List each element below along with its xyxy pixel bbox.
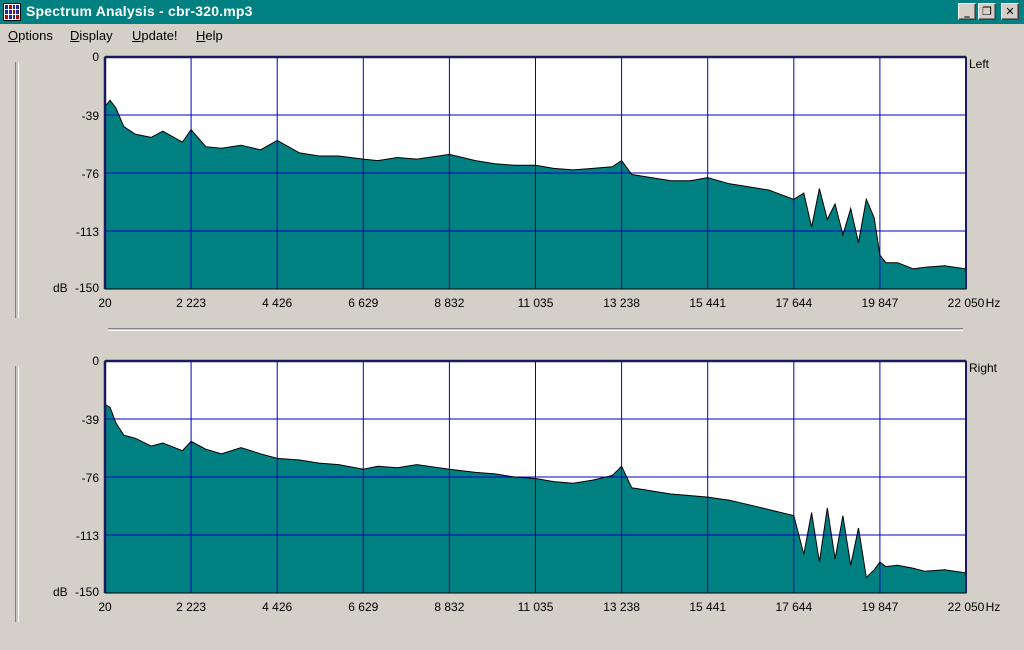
y-tick-label: -150 xyxy=(75,585,99,599)
x-tick-label: 15 441 xyxy=(689,600,726,614)
x-tick-label: 17 644 xyxy=(775,296,812,310)
x-tick-label: 19 847 xyxy=(862,600,899,614)
x-tick-label: 8 832 xyxy=(434,600,464,614)
window-title: Spectrum Analysis - cbr-320.mp3 xyxy=(26,3,253,19)
minimize-button[interactable]: _ xyxy=(958,3,976,20)
left-channel-spectrum: 0 -39 -76 -113 -150 dB 20 2 223 4 426 6 629 8 832 1… xyxy=(53,50,1001,310)
x-tick-label: 2 223 xyxy=(176,600,206,614)
y-tick-label: -39 xyxy=(82,109,100,123)
y-tick-label: -76 xyxy=(82,471,100,485)
x-tick-label: 4 426 xyxy=(262,600,292,614)
y-tick-label: 0 xyxy=(92,50,99,64)
x-tick-label: 4 426 xyxy=(262,296,292,310)
y-tick-label: -113 xyxy=(76,529,99,543)
x-tick-label: 2 223 xyxy=(176,296,206,310)
y-tick-label: -39 xyxy=(82,413,100,427)
x-tick-label: 22 050 xyxy=(948,296,985,310)
x-tick-label: 15 441 xyxy=(689,296,726,310)
y-tick-label: -76 xyxy=(82,167,100,181)
channel-label: Left xyxy=(969,57,990,71)
y-tick-label: 0 xyxy=(92,354,99,368)
right-channel-spectrum: 0 -39 -76 -113 -150 dB 20 2 223 4 426 6 629 8 832 1… xyxy=(53,354,1001,614)
title-bar[interactable]: Spectrum Analysis - cbr-320.mp3 _ ❐ ✕ xyxy=(0,0,1024,24)
y-tick-label: -113 xyxy=(76,225,99,239)
x-tick-label: 11 035 xyxy=(518,600,554,614)
menu-bar: Options Display Update! Help xyxy=(0,24,1024,46)
x-axis-unit: Hz xyxy=(986,296,1001,310)
restore-button[interactable]: ❐ xyxy=(978,3,996,20)
menu-update[interactable]: Update! xyxy=(132,28,178,43)
y-tick-label: -150 xyxy=(75,281,99,295)
spectrum-app-icon[interactable] xyxy=(3,3,21,21)
x-tick-label: 11 035 xyxy=(518,296,554,310)
close-button[interactable]: ✕ xyxy=(1001,3,1019,20)
x-tick-label: 6 629 xyxy=(348,296,378,310)
x-tick-label: 19 847 xyxy=(862,296,899,310)
y-axis-unit: dB xyxy=(53,585,68,599)
menu-help[interactable]: Help xyxy=(196,28,223,43)
x-tick-label: 20 xyxy=(98,600,112,614)
x-axis-unit: Hz xyxy=(986,600,1001,614)
x-tick-label: 6 629 xyxy=(348,600,378,614)
menu-options[interactable]: Options xyxy=(8,28,53,43)
x-tick-label: 8 832 xyxy=(434,296,464,310)
x-tick-label: 13 238 xyxy=(603,296,640,310)
x-tick-label: 22 050 xyxy=(948,600,985,614)
x-tick-label: 13 238 xyxy=(603,600,640,614)
channel-label: Right xyxy=(969,361,998,375)
x-tick-label: 17 644 xyxy=(775,600,812,614)
x-tick-label: 20 xyxy=(98,296,112,310)
y-axis-unit: dB xyxy=(53,281,68,295)
menu-display[interactable]: Display xyxy=(70,28,113,43)
